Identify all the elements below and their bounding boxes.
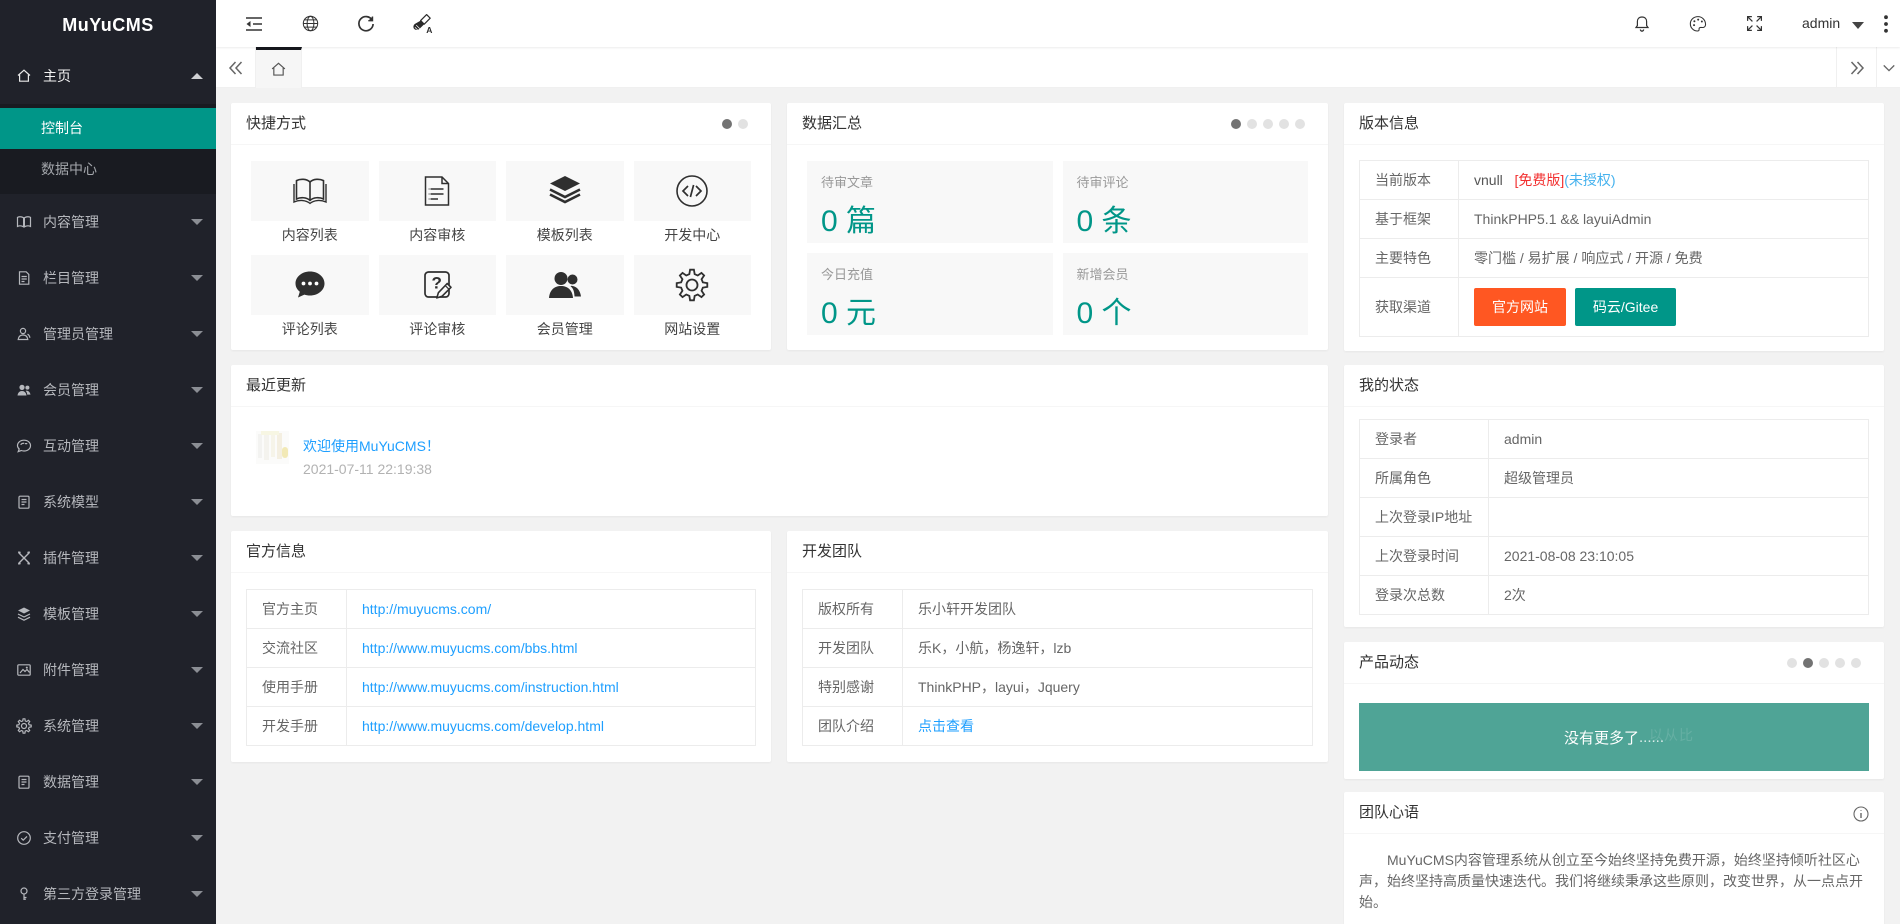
svg-text:A: A xyxy=(426,25,432,34)
